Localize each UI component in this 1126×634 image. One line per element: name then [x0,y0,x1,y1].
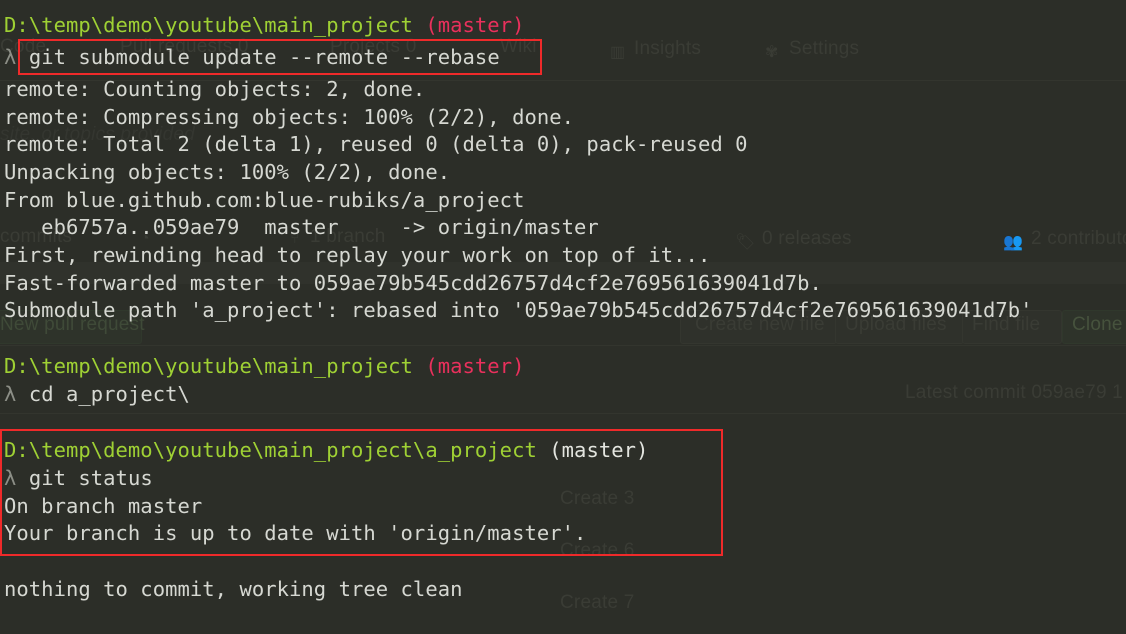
output-line: Fast-forwarded master to 059ae79b545cdd2… [4,271,822,295]
output-line: remote: Counting objects: 2, done. [4,77,426,101]
output-line: eb6757a..059ae79 master -> origin/master [4,215,599,239]
command-text: git status [28,466,153,490]
command-line[interactable]: λ git submodule update --remote --rebase [4,44,500,71]
lambda-prompt-icon: λ [4,382,17,406]
prompt-branch: (master) [425,13,525,37]
output-line: nothing to commit, working tree clean [4,577,463,601]
output-line: First, rewinding head to replay your wor… [4,243,711,267]
output-line: remote: Compressing objects: 100% (2/2),… [4,105,575,129]
command-text: git submodule update --remote --rebase [28,45,500,69]
prompt-path: D:\temp\demo\youtube\main_project\a_proj… [4,438,537,462]
command-line[interactable]: λ git status [4,465,153,492]
command-line[interactable]: λ cd a_project\ [4,381,190,408]
prompt-branch: (master) [425,354,525,378]
lambda-prompt-icon: λ [4,45,17,69]
prompt-line: D:\temp\demo\youtube\main_project (maste… [4,353,524,380]
terminal-output[interactable]: D:\temp\demo\youtube\main_project (maste… [0,0,1126,634]
prompt-line: D:\temp\demo\youtube\main_project\a_proj… [4,437,648,464]
terminal-window: ▥ Insights ✾ Settings Code Pull requests… [0,0,1126,634]
prompt-path: D:\temp\demo\youtube\main_project [4,354,413,378]
lambda-prompt-icon: λ [4,466,17,490]
output-line: remote: Total 2 (delta 1), reused 0 (del… [4,132,748,156]
output-line: From blue.github.com:blue-rubiks/a_proje… [4,188,525,212]
prompt-line: D:\temp\demo\youtube\main_project (maste… [4,12,524,39]
command-text: cd a_project\ [28,382,190,406]
prompt-path: D:\temp\demo\youtube\main_project [4,13,413,37]
output-line: Unpacking objects: 100% (2/2), done. [4,160,451,184]
output-line: On branch master [4,494,203,518]
prompt-branch: (master) [549,438,649,462]
output-line: Submodule path 'a_project': rebased into… [4,298,1033,322]
output-line: Your branch is up to date with 'origin/m… [4,521,587,545]
